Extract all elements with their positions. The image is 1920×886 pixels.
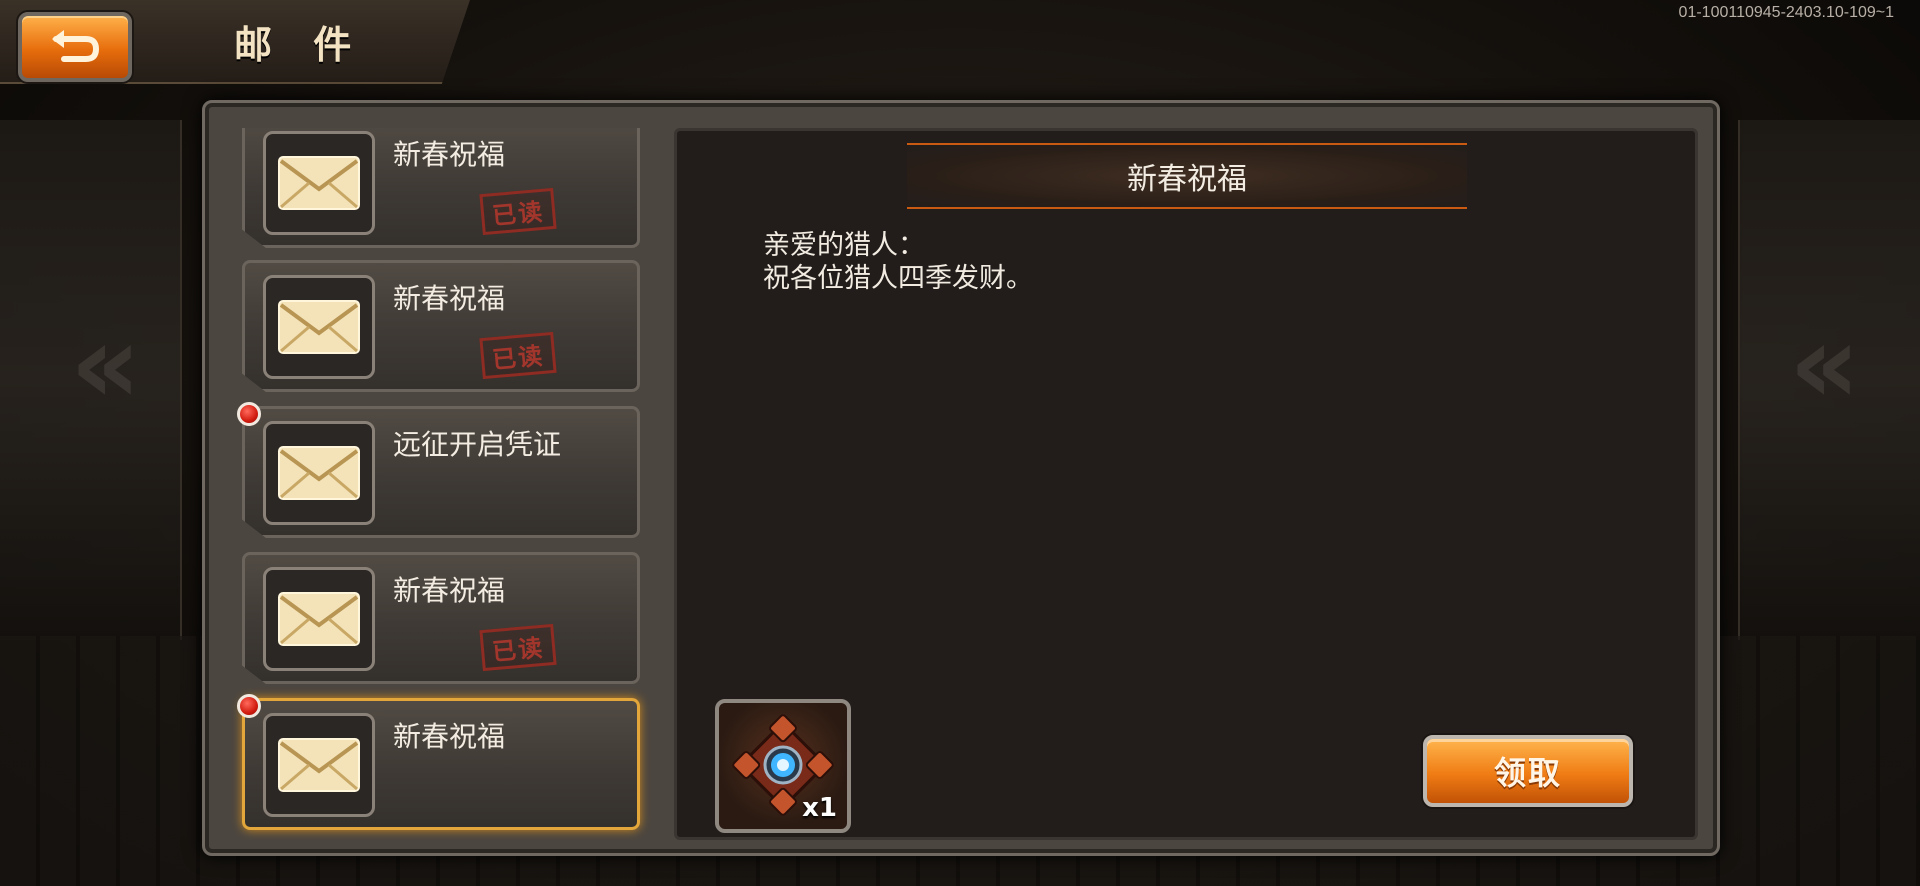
envelope-icon [278, 156, 360, 210]
mail-icon-frame [263, 421, 375, 525]
claim-button[interactable]: 领取 [1423, 735, 1633, 807]
mail-list-item[interactable]: 新春祝福 已读 [242, 552, 640, 684]
game-mail-screen: « « 邮 件 01-100110945-2403.10-109~1 新春祝福 … [0, 0, 1920, 886]
version-label: 01-100110945-2403.10-109~1 [1678, 4, 1894, 21]
unread-dot [237, 402, 261, 426]
mail-list-item[interactable]: 远征开启凭证 [242, 406, 640, 538]
back-arrow-icon [52, 30, 100, 62]
reward-count: x1 [802, 793, 837, 823]
read-stamp: 已读 [479, 623, 557, 672]
envelope-icon [278, 592, 360, 646]
claim-button-label: 领取 [1493, 754, 1562, 792]
mail-title: 新春祝福 [393, 138, 506, 171]
detail-title: 新春祝福 [1127, 162, 1247, 197]
mail-title: 远征开启凭证 [393, 428, 562, 461]
read-stamp: 已读 [479, 331, 557, 380]
mail-icon-frame [263, 713, 375, 817]
mail-body: 亲爱的猎人： 祝各位猎人四季发财。 [763, 229, 1033, 295]
mail-list-item-selected[interactable]: 新春祝福 [242, 698, 640, 830]
page-title: 邮 件 [234, 23, 366, 67]
background-chevron-left-icon: « [70, 300, 142, 428]
reward-item[interactable]: x1 [715, 699, 851, 833]
mail-icon-frame [263, 567, 375, 671]
mail-detail-pane: 新春祝福 亲爱的猎人： 祝各位猎人四季发财。 x1 领取 [674, 128, 1698, 840]
unread-dot [237, 694, 261, 718]
mail-title: 新春祝福 [393, 720, 506, 753]
mail-icon-frame [263, 131, 375, 235]
mail-icon-frame [263, 275, 375, 379]
mail-list-item[interactable]: 新春祝福 已读 [242, 260, 640, 392]
detail-title-bar: 新春祝福 [907, 143, 1467, 209]
mail-list[interactable]: 新春祝福 已读 新春祝福 已读 远征开启凭证 新春祝福 已读 新春祝福 [230, 128, 658, 843]
envelope-icon [278, 300, 360, 354]
mail-message: 祝各位猎人四季发财。 [763, 263, 1033, 294]
mail-list-item[interactable]: 新春祝福 已读 [242, 128, 640, 248]
envelope-icon [278, 446, 360, 500]
background-chevron-right-icon: « [1788, 300, 1860, 428]
envelope-icon [278, 738, 360, 792]
mail-greeting: 亲爱的猎人： [763, 230, 925, 261]
mail-title: 新春祝福 [393, 282, 506, 315]
read-stamp: 已读 [479, 187, 557, 236]
mail-title: 新春祝福 [393, 574, 506, 607]
back-button[interactable] [18, 12, 132, 82]
